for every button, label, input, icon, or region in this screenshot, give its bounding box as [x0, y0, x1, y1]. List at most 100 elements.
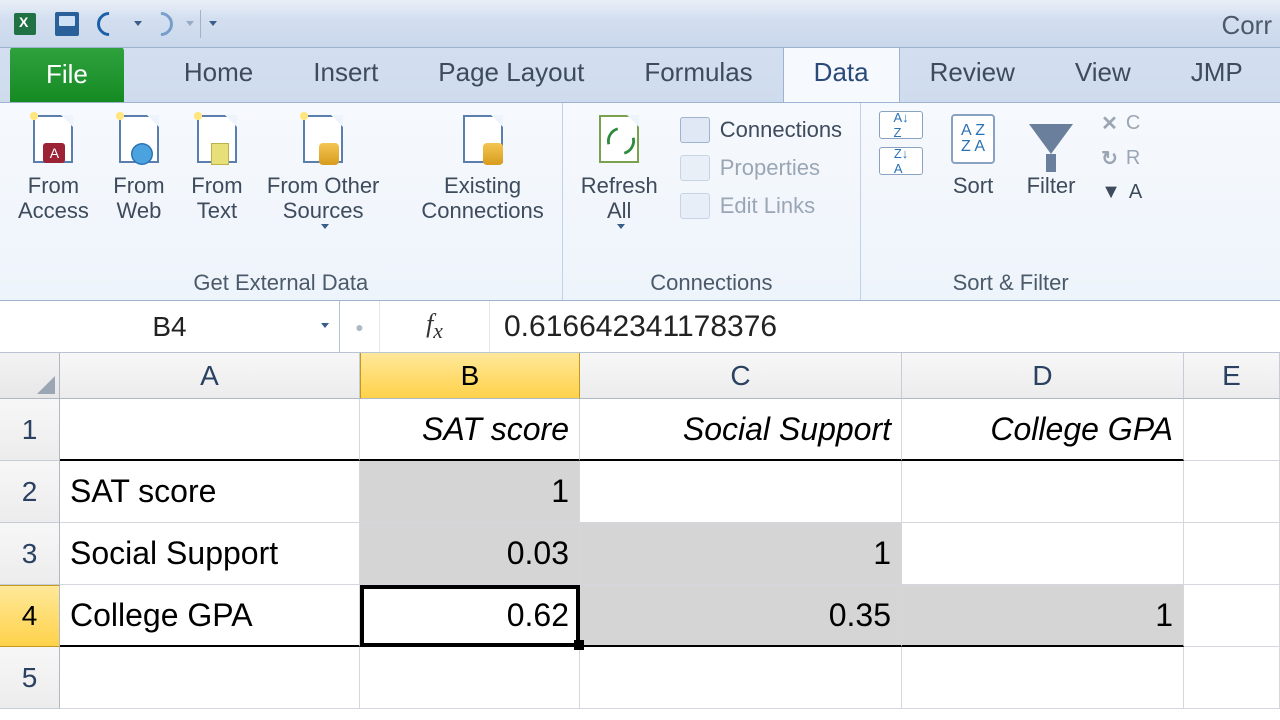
- refresh-all-label: Refresh All: [581, 173, 658, 224]
- reapply-icon: ↻: [1101, 146, 1118, 171]
- col-header-C[interactable]: C: [580, 353, 902, 399]
- from-access-button[interactable]: A From Access: [18, 111, 89, 224]
- cell-C1[interactable]: Social Support: [580, 399, 902, 461]
- cell-A2[interactable]: SAT score: [60, 461, 360, 523]
- from-other-label: From Other Sources: [267, 173, 379, 224]
- cell-E5[interactable]: [1184, 647, 1280, 709]
- advanced-button[interactable]: ▼A: [1101, 181, 1142, 204]
- name-box-dropdown-icon[interactable]: [321, 323, 329, 328]
- group-sort-filter: A↓Z Z↓A A ZZ A Sort Filter ✕C ↻R ▼A Sort…: [861, 103, 1160, 300]
- cell-C2[interactable]: [580, 461, 902, 523]
- connections-button[interactable]: Connections: [680, 111, 842, 149]
- group-get-external-data: A From Access From Web From Text From Ot…: [0, 103, 563, 300]
- cell-D2[interactable]: [902, 461, 1184, 523]
- tab-insert[interactable]: Insert: [283, 45, 408, 102]
- undo-dropdown[interactable]: [134, 21, 142, 26]
- excel-app-icon[interactable]: [6, 5, 44, 43]
- reapply-button: ↻R: [1101, 146, 1142, 171]
- tab-review[interactable]: Review: [900, 45, 1045, 102]
- group-connections: Refresh All Connections Properties Edit …: [563, 103, 861, 300]
- formula-value: 0.616642341178376: [504, 310, 777, 344]
- cell-B1[interactable]: SAT score: [360, 399, 580, 461]
- save-icon: [55, 12, 79, 36]
- qat-customize[interactable]: [209, 21, 217, 26]
- tab-jmp[interactable]: JMP: [1161, 45, 1273, 102]
- existing-connections-button[interactable]: Existing Connections: [421, 111, 543, 224]
- window-title: Corr: [1221, 10, 1272, 41]
- row-header-4[interactable]: 4: [0, 585, 60, 647]
- filter-button[interactable]: Filter: [1023, 111, 1079, 198]
- cell-C3[interactable]: 1: [580, 523, 902, 585]
- from-web-label: From Web: [113, 173, 164, 224]
- redo-icon: [144, 7, 178, 41]
- cell-A5[interactable]: [60, 647, 360, 709]
- group-label-connections: Connections: [650, 266, 772, 296]
- from-other-sources-button[interactable]: From Other Sources: [267, 111, 379, 229]
- redo-button[interactable]: [142, 5, 180, 43]
- tab-page-layout[interactable]: Page Layout: [408, 45, 614, 102]
- from-text-button[interactable]: From Text: [189, 111, 245, 224]
- name-box-value: B4: [152, 311, 186, 343]
- name-box[interactable]: B4: [0, 301, 340, 352]
- cell-A4[interactable]: College GPA: [60, 585, 360, 647]
- col-header-B[interactable]: B: [360, 353, 580, 399]
- group-label-get-external-data: Get External Data: [193, 266, 368, 296]
- tab-view[interactable]: View: [1045, 45, 1161, 102]
- refresh-all-button[interactable]: Refresh All: [581, 111, 658, 229]
- row-header-1[interactable]: 1: [0, 399, 60, 461]
- cell-E3[interactable]: [1184, 523, 1280, 585]
- cell-D1[interactable]: College GPA: [902, 399, 1184, 461]
- col-header-A[interactable]: A: [60, 353, 360, 399]
- funnel-icon: [1029, 124, 1073, 154]
- existing-connections-label: Existing Connections: [421, 173, 543, 224]
- cancel-formula-button: ●: [340, 301, 380, 352]
- from-text-label: From Text: [191, 173, 242, 224]
- cell-B5[interactable]: [360, 647, 580, 709]
- tab-file[interactable]: File: [10, 47, 124, 102]
- cell-A1[interactable]: [60, 399, 360, 461]
- from-access-label: From Access: [18, 173, 89, 224]
- undo-button[interactable]: [90, 5, 128, 43]
- col-header-E[interactable]: E: [1184, 353, 1280, 399]
- edit-links-icon: [680, 193, 710, 219]
- spreadsheet-grid: A B C D E 1 SAT score Social Support Col…: [0, 353, 1280, 709]
- row-header-5[interactable]: 5: [0, 647, 60, 709]
- sort-asc-desc: A↓Z Z↓A: [879, 111, 923, 175]
- clear-filter-button: ✕C: [1101, 111, 1142, 136]
- title-bar: Corr: [0, 0, 1280, 48]
- save-button[interactable]: [48, 5, 86, 43]
- tab-data[interactable]: Data: [783, 44, 900, 102]
- sort-label: Sort: [953, 173, 993, 198]
- properties-button: Properties: [680, 149, 842, 187]
- fx-label[interactable]: fx: [380, 301, 490, 352]
- row-header-3[interactable]: 3: [0, 523, 60, 585]
- cell-E4[interactable]: [1184, 585, 1280, 647]
- sort-asc-button[interactable]: A↓Z: [879, 111, 923, 139]
- tab-formulas[interactable]: Formulas: [614, 45, 782, 102]
- sort-button[interactable]: A ZZ A Sort: [945, 111, 1001, 198]
- connections-icon: [680, 117, 710, 143]
- col-header-D[interactable]: D: [902, 353, 1184, 399]
- edit-links-button: Edit Links: [680, 187, 842, 225]
- row-header-2[interactable]: 2: [0, 461, 60, 523]
- formula-input[interactable]: 0.616642341178376: [490, 301, 1280, 352]
- cell-D3[interactable]: [902, 523, 1184, 585]
- cell-B4[interactable]: 0.62: [360, 585, 580, 647]
- cell-D4[interactable]: 1: [902, 585, 1184, 647]
- filter-label: Filter: [1027, 173, 1076, 198]
- sort-desc-button[interactable]: Z↓A: [879, 147, 923, 175]
- cell-E2[interactable]: [1184, 461, 1280, 523]
- cell-B3[interactable]: 0.03: [360, 523, 580, 585]
- redo-dropdown[interactable]: [186, 21, 194, 26]
- cell-D5[interactable]: [902, 647, 1184, 709]
- cell-E1[interactable]: [1184, 399, 1280, 461]
- cell-C4[interactable]: 0.35: [580, 585, 902, 647]
- from-web-button[interactable]: From Web: [111, 111, 167, 224]
- select-all-corner[interactable]: [0, 353, 60, 399]
- cell-C5[interactable]: [580, 647, 902, 709]
- cell-B2[interactable]: 1: [360, 461, 580, 523]
- clear-icon: ✕: [1101, 111, 1118, 136]
- tab-home[interactable]: Home: [154, 45, 283, 102]
- cell-A3[interactable]: Social Support: [60, 523, 360, 585]
- formula-bar: B4 ● fx 0.616642341178376: [0, 301, 1280, 353]
